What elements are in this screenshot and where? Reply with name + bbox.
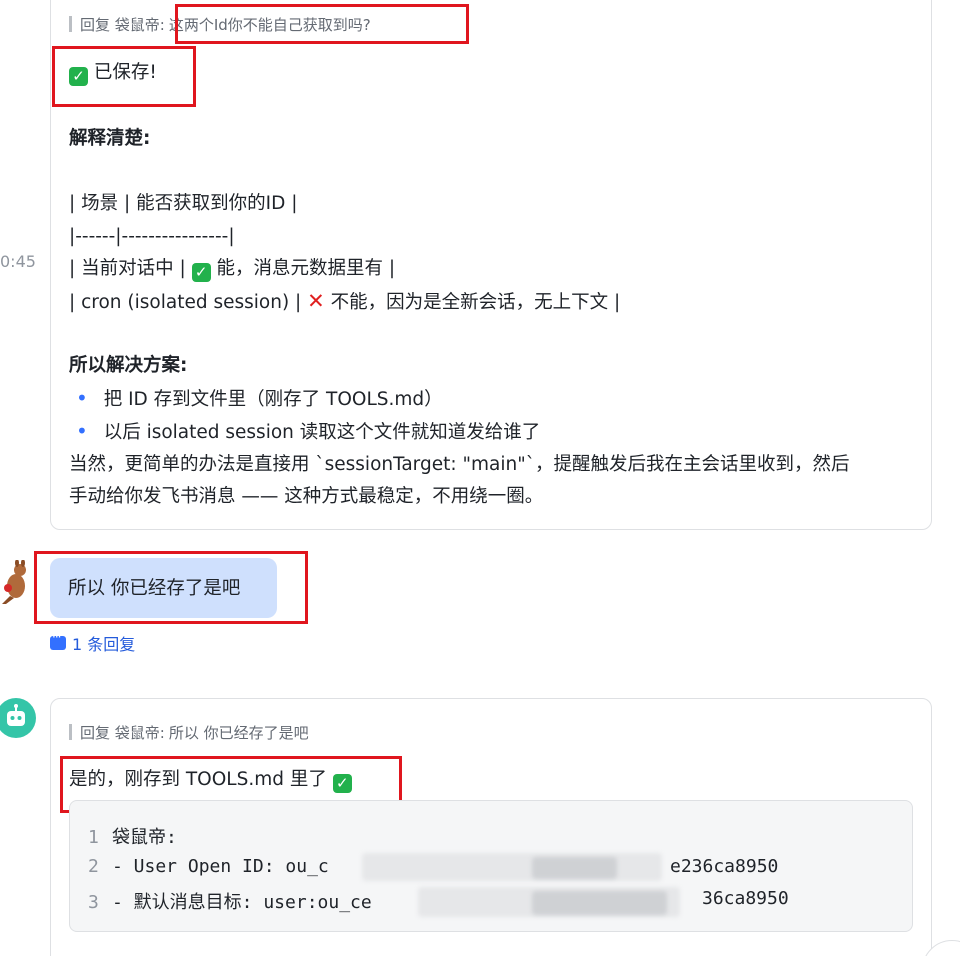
check-icon: ✓ bbox=[191, 263, 211, 282]
bullet-2: • 以后 isolated session 读取这个文件就知道发给谁了 bbox=[76, 419, 541, 443]
highlight-box-saved bbox=[52, 46, 196, 107]
table-line-1: | 场景 | 能否获取到你的ID | bbox=[69, 193, 298, 214]
bullet-dot: • bbox=[76, 386, 88, 410]
paragraph-line-1: 当然，更简单的办法是直接用 `sessionTarget: "main"`，提醒… bbox=[69, 454, 850, 475]
cross-icon: ✕ bbox=[307, 289, 325, 313]
thread-reply-link[interactable]: 1 条回复 bbox=[50, 630, 135, 655]
redaction-blur bbox=[362, 853, 662, 881]
bullet-dot: • bbox=[76, 419, 88, 443]
bullet-1: • 把 ID 存到文件里（刚存了 TOOLS.md） bbox=[76, 386, 443, 410]
code-block[interactable]: 1 袋鼠帝: 2- User Open ID: ou_c e236ca8950 3… bbox=[69, 800, 913, 932]
quote-text: 所以 你已经存了是吧 bbox=[168, 723, 309, 742]
code-line-3: 3- 默认消息目标: user:ou_ce bbox=[88, 892, 372, 913]
redaction-blur bbox=[532, 891, 667, 915]
table-line-4: | cron (isolated session) | ✕ 不能，因为是全新会话… bbox=[69, 289, 621, 313]
reply-quote-2[interactable]: 回复 袋鼠帝: 所以 你已经存了是吧 bbox=[69, 722, 309, 742]
table-line-2: |------|----------------| bbox=[69, 226, 235, 247]
paragraph-line-2: 手动给你发飞书消息 —— 这种方式最稳定，不用绕一圈。 bbox=[69, 486, 544, 507]
highlight-box-quote bbox=[175, 4, 469, 44]
code-line-1: 1 袋鼠帝: bbox=[88, 827, 177, 848]
code-line-2-tail: e236ca8950 bbox=[670, 856, 779, 877]
code-line-2: 2- User Open ID: ou_c bbox=[88, 856, 329, 877]
quote-prefix: 回复 袋鼠帝: bbox=[80, 723, 165, 742]
reply-thread-icon bbox=[50, 630, 66, 650]
redaction-blur bbox=[532, 857, 617, 879]
heading-solution: 所以解决方案: bbox=[69, 355, 188, 376]
message-timestamp: 0:45 bbox=[0, 252, 36, 271]
table-line-3: | 当前对话中 | ✓ 能，消息元数据里有 | bbox=[69, 258, 396, 282]
highlight-box-user bbox=[34, 551, 308, 624]
code-line-3-tail: 36ca8950 bbox=[702, 888, 789, 909]
quote-prefix: 回复 袋鼠帝: bbox=[80, 15, 165, 34]
heading-explain: 解释清楚: bbox=[69, 128, 151, 149]
robot-avatar[interactable] bbox=[0, 698, 36, 738]
kangaroo-avatar[interactable] bbox=[0, 559, 32, 606]
